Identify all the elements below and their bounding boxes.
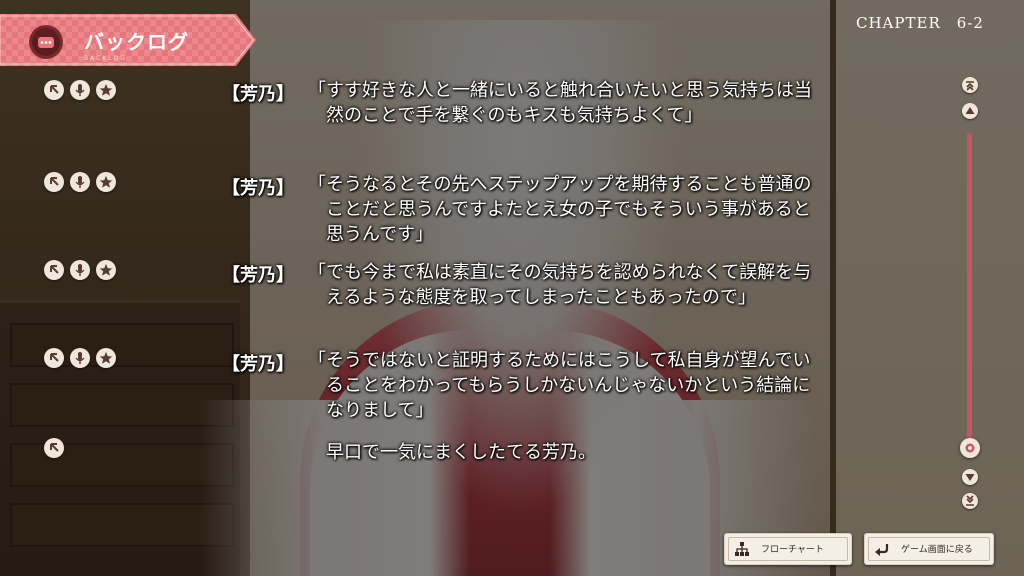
scroll-bottom-button[interactable] <box>962 493 978 509</box>
flowchart-icon <box>733 540 751 558</box>
double-chevron-up-icon <box>966 81 974 91</box>
dialogue-text: 「すす好きな人と一緒にいると触れ合いたいと思う気持ちは当 然のことで手を繋ぐのも… <box>308 80 812 126</box>
favorite-voice-button[interactable] <box>96 172 116 192</box>
speaker-name: 【芳乃】 <box>222 265 294 286</box>
triangle-up-icon <box>965 107 975 114</box>
microphone-icon <box>75 352 85 364</box>
backlog-header: バックログ BACKLOG <box>0 14 256 66</box>
speaker-name: 【芳乃】 <box>222 84 294 105</box>
chapter-indicator: CHAPTER 6-2 <box>856 14 984 32</box>
scroll-top-button[interactable] <box>962 77 978 93</box>
triangle-down-icon <box>965 474 975 481</box>
star-icon <box>99 264 113 276</box>
page-title: バックログ <box>84 30 189 54</box>
microphone-icon <box>75 264 85 276</box>
star-icon <box>99 352 113 364</box>
replay-voice-button[interactable] <box>70 348 90 368</box>
scroll-thumb[interactable] <box>960 438 980 458</box>
favorite-voice-button[interactable] <box>96 348 116 368</box>
star-icon <box>99 176 113 188</box>
arrow-up-left-icon <box>50 353 59 362</box>
favorite-voice-button[interactable] <box>96 80 116 100</box>
narration-text: 早口で一気にまくしたてる芳乃。 <box>308 442 596 463</box>
flowchart-button[interactable]: フローチャート <box>724 533 852 565</box>
microphone-icon <box>75 176 85 188</box>
dialogue-text: 「そうなるとその先へステップアップを期待することも普通の ことだと思うんですよた… <box>308 174 812 245</box>
flowchart-button-label: フローチャート <box>761 545 824 555</box>
return-arrow-icon <box>873 540 891 558</box>
jump-to-scene-button[interactable] <box>44 80 64 100</box>
scroll-down-button[interactable] <box>962 469 978 485</box>
favorite-voice-button[interactable] <box>96 260 116 280</box>
scroll-up-button[interactable] <box>962 103 978 119</box>
dialogue-text: 「でも今まで私は素直にその気持ちを認められなくて誤解を与 えるような態度を取って… <box>308 262 812 308</box>
jump-to-scene-button[interactable] <box>44 172 64 192</box>
arrow-up-left-icon <box>50 443 59 452</box>
scroll-track[interactable] <box>967 133 972 438</box>
speaker-name: 【芳乃】 <box>222 178 294 199</box>
dialogue-text: 「そうではないと証明するためにはこうして私自身が望んでい ることをわかってもらう… <box>308 350 811 421</box>
backlog-icon <box>28 24 64 60</box>
microphone-icon <box>75 84 85 96</box>
arrow-up-left-icon <box>50 85 59 94</box>
star-icon <box>99 84 113 96</box>
double-chevron-down-icon <box>966 495 974 506</box>
speaker-name: 【芳乃】 <box>222 354 294 375</box>
replay-voice-button[interactable] <box>70 80 90 100</box>
jump-to-scene-button[interactable] <box>44 260 64 280</box>
jump-to-scene-button[interactable] <box>44 348 64 368</box>
replay-voice-button[interactable] <box>70 260 90 280</box>
back-to-game-button-label: ゲーム画面に戻る <box>901 545 973 555</box>
page-subtitle: BACKLOG <box>84 55 127 62</box>
arrow-up-left-icon <box>50 265 59 274</box>
replay-voice-button[interactable] <box>70 172 90 192</box>
jump-to-scene-button[interactable] <box>44 438 64 458</box>
back-to-game-button[interactable]: ゲーム画面に戻る <box>864 533 994 565</box>
arrow-up-left-icon <box>50 177 59 186</box>
